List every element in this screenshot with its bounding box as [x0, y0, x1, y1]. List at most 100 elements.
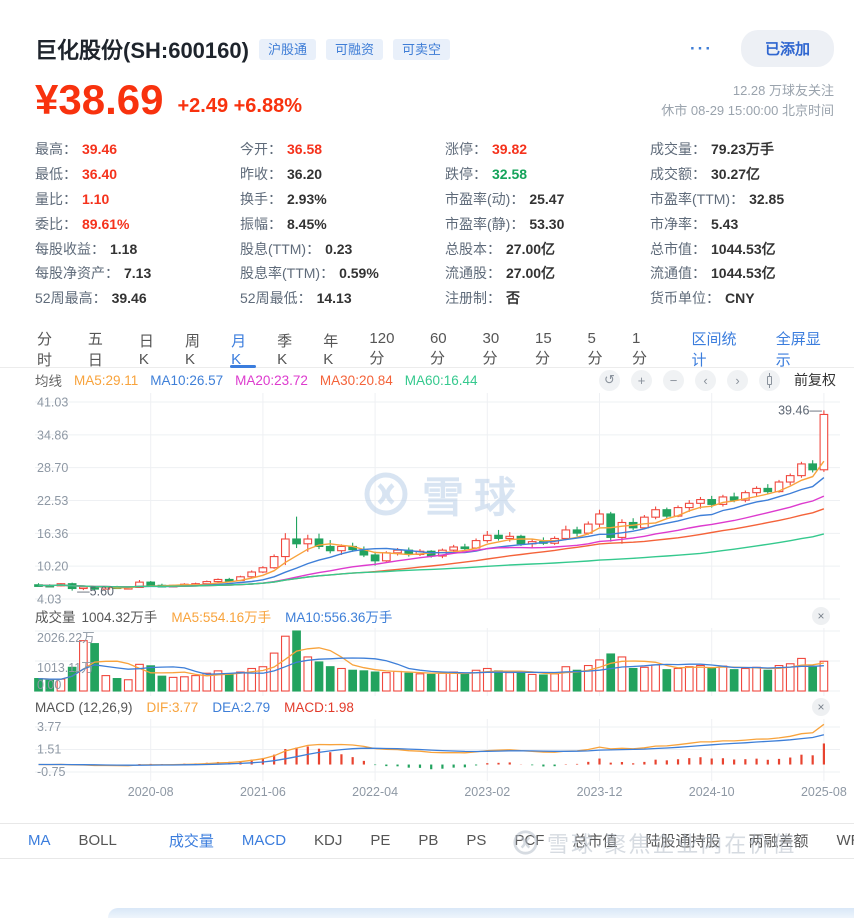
- stat-value: 32.58: [492, 166, 527, 182]
- candle-body: [450, 547, 458, 550]
- prev-button[interactable]: ‹: [695, 370, 716, 391]
- followers-count: 12.28 万球友关注: [661, 81, 834, 101]
- candle-body: [394, 550, 402, 553]
- stat-item: 昨收：36.20: [240, 162, 445, 187]
- volume-bar: [383, 672, 391, 690]
- candle-body: [371, 555, 379, 561]
- volume-bar: [506, 672, 514, 690]
- stat-label: 换手：: [240, 189, 282, 209]
- indicator-成交量[interactable]: 成交量: [169, 830, 214, 851]
- volume-bar: [102, 675, 110, 690]
- more-options-icon[interactable]: ···: [690, 39, 713, 59]
- y-axis-tick: 4.03: [37, 592, 61, 605]
- stat-value: 0.23: [325, 241, 352, 257]
- ma-legend-item: MA5:29.11: [74, 373, 138, 388]
- indicator-MA[interactable]: MA: [28, 832, 51, 849]
- link-区间统计[interactable]: 区间统计: [692, 328, 750, 370]
- indicator-PS[interactable]: PS: [466, 832, 486, 849]
- candle-body: [214, 579, 222, 581]
- indicator-KDJ[interactable]: KDJ: [314, 832, 342, 849]
- tab-年K[interactable]: 年K: [312, 331, 358, 367]
- next-button[interactable]: ›: [727, 370, 748, 391]
- stat-item: 股息率(TTM)：0.59%: [240, 261, 445, 286]
- stat-label: 市净率：: [650, 214, 706, 234]
- volume-bar: [394, 671, 402, 691]
- stat-label: 市盈率(静)：: [445, 214, 524, 234]
- stat-value: 5.43: [711, 216, 738, 232]
- close-macd-pane-icon[interactable]: ×: [812, 698, 830, 716]
- candle-body: [484, 535, 492, 540]
- volume-bar: [237, 672, 245, 691]
- stat-item: 股息(TTM)：0.23: [240, 236, 445, 261]
- volume-bar: [641, 667, 649, 691]
- stock-tag: 可融资: [326, 39, 383, 60]
- indicator-PB[interactable]: PB: [418, 832, 438, 849]
- next-card-top-edge: [108, 908, 854, 918]
- added-button[interactable]: 已添加: [741, 30, 834, 67]
- candle-button[interactable]: [759, 370, 780, 391]
- link-全屏显示[interactable]: 全屏显示: [776, 328, 834, 370]
- indicator-PCF[interactable]: PCF: [514, 832, 544, 849]
- tab-日K[interactable]: 日K: [128, 331, 174, 367]
- stat-label: 涨停：: [445, 139, 487, 159]
- adjust-mode-label[interactable]: 前复权: [794, 370, 836, 390]
- minus-button[interactable]: −: [663, 370, 684, 391]
- indicator-MACD[interactable]: MACD: [242, 832, 286, 849]
- candle-body: [517, 536, 525, 543]
- candle-body: [573, 530, 581, 533]
- candle-body: [730, 497, 738, 500]
- ma-legend-item: MA60:16.44: [405, 373, 478, 388]
- volume-bar: [551, 673, 559, 690]
- undo-button[interactable]: ↺: [599, 370, 620, 391]
- indicator-陆股通持股[interactable]: 陆股通持股: [645, 830, 720, 851]
- volume-bar: [315, 662, 323, 691]
- volume-title: 成交量: [35, 606, 76, 626]
- ma30-line: [39, 508, 824, 586]
- tab-季K[interactable]: 季K: [266, 331, 312, 367]
- stat-label: 市盈率(TTM)：: [650, 189, 744, 209]
- tab-60分[interactable]: 60分: [419, 331, 472, 367]
- macd-chart-canvas[interactable]: 3.771.51-0.75: [0, 719, 854, 781]
- x-axis-tick: 2023-12: [560, 785, 640, 799]
- stat-label: 注册制：: [445, 288, 501, 308]
- volume-bar: [113, 678, 121, 690]
- volume-bar: [416, 673, 424, 690]
- tab-30分[interactable]: 30分: [471, 331, 524, 367]
- tab-120分[interactable]: 120分: [358, 331, 419, 367]
- candle-body: [248, 572, 256, 577]
- tab-月K[interactable]: 月K: [220, 331, 266, 367]
- plus-button[interactable]: +: [631, 370, 652, 391]
- stat-label: 最高：: [35, 139, 77, 159]
- stock-header: 巨化股份(SH:600160) 沪股通可融资可卖空 ··· 已添加: [35, 30, 834, 67]
- stats-column-1: 最高：39.46最低：36.40量比：1.10委比：89.61%每股收益：1.1…: [35, 137, 240, 311]
- indicator-BOLL[interactable]: BOLL: [79, 832, 117, 849]
- candle-body: [798, 464, 806, 476]
- volume-bar: [528, 674, 536, 691]
- candle-body: [809, 464, 817, 470]
- main-chart-svg: 41.0334.8628.7022.5316.3610.204.0339.46—…: [0, 393, 854, 605]
- tab-分时[interactable]: 分时: [26, 331, 77, 367]
- x-axis-tick: 2024-10: [672, 785, 752, 799]
- volume-chart-canvas[interactable]: 2026.22万1013.11万0.00: [0, 628, 854, 696]
- candle-body: [147, 582, 155, 585]
- stat-value: 36.20: [287, 166, 322, 182]
- volume-bar: [461, 673, 469, 690]
- indicator-WR[interactable]: WR: [836, 832, 854, 849]
- main-chart-canvas[interactable]: 41.0334.8628.7022.5316.3610.204.0339.46—…: [0, 393, 854, 605]
- indicator-toolbar-wrap: MABOLL成交量MACDKDJPEPBPSPCF总市值陆股通持股两融差额WR波…: [0, 823, 854, 859]
- close-volume-pane-icon[interactable]: ×: [812, 607, 830, 625]
- stat-value: 36.58: [287, 141, 322, 157]
- volume-bar: [517, 673, 525, 691]
- tab-5分[interactable]: 5分: [577, 331, 621, 367]
- tab-五日[interactable]: 五日: [77, 331, 128, 367]
- indicator-总市值[interactable]: 总市值: [572, 830, 617, 851]
- candle-body: [225, 579, 233, 581]
- tab-周K[interactable]: 周K: [174, 331, 220, 367]
- tab-15分[interactable]: 15分: [524, 331, 577, 367]
- volume-chart-svg: 2026.22万1013.11万0.00: [0, 628, 854, 696]
- indicator-两融差额[interactable]: 两融差额: [748, 830, 808, 851]
- tab-1分[interactable]: 1分: [621, 331, 665, 367]
- candle-body: [495, 535, 503, 538]
- candle-body: [293, 539, 301, 544]
- indicator-PE[interactable]: PE: [370, 832, 390, 849]
